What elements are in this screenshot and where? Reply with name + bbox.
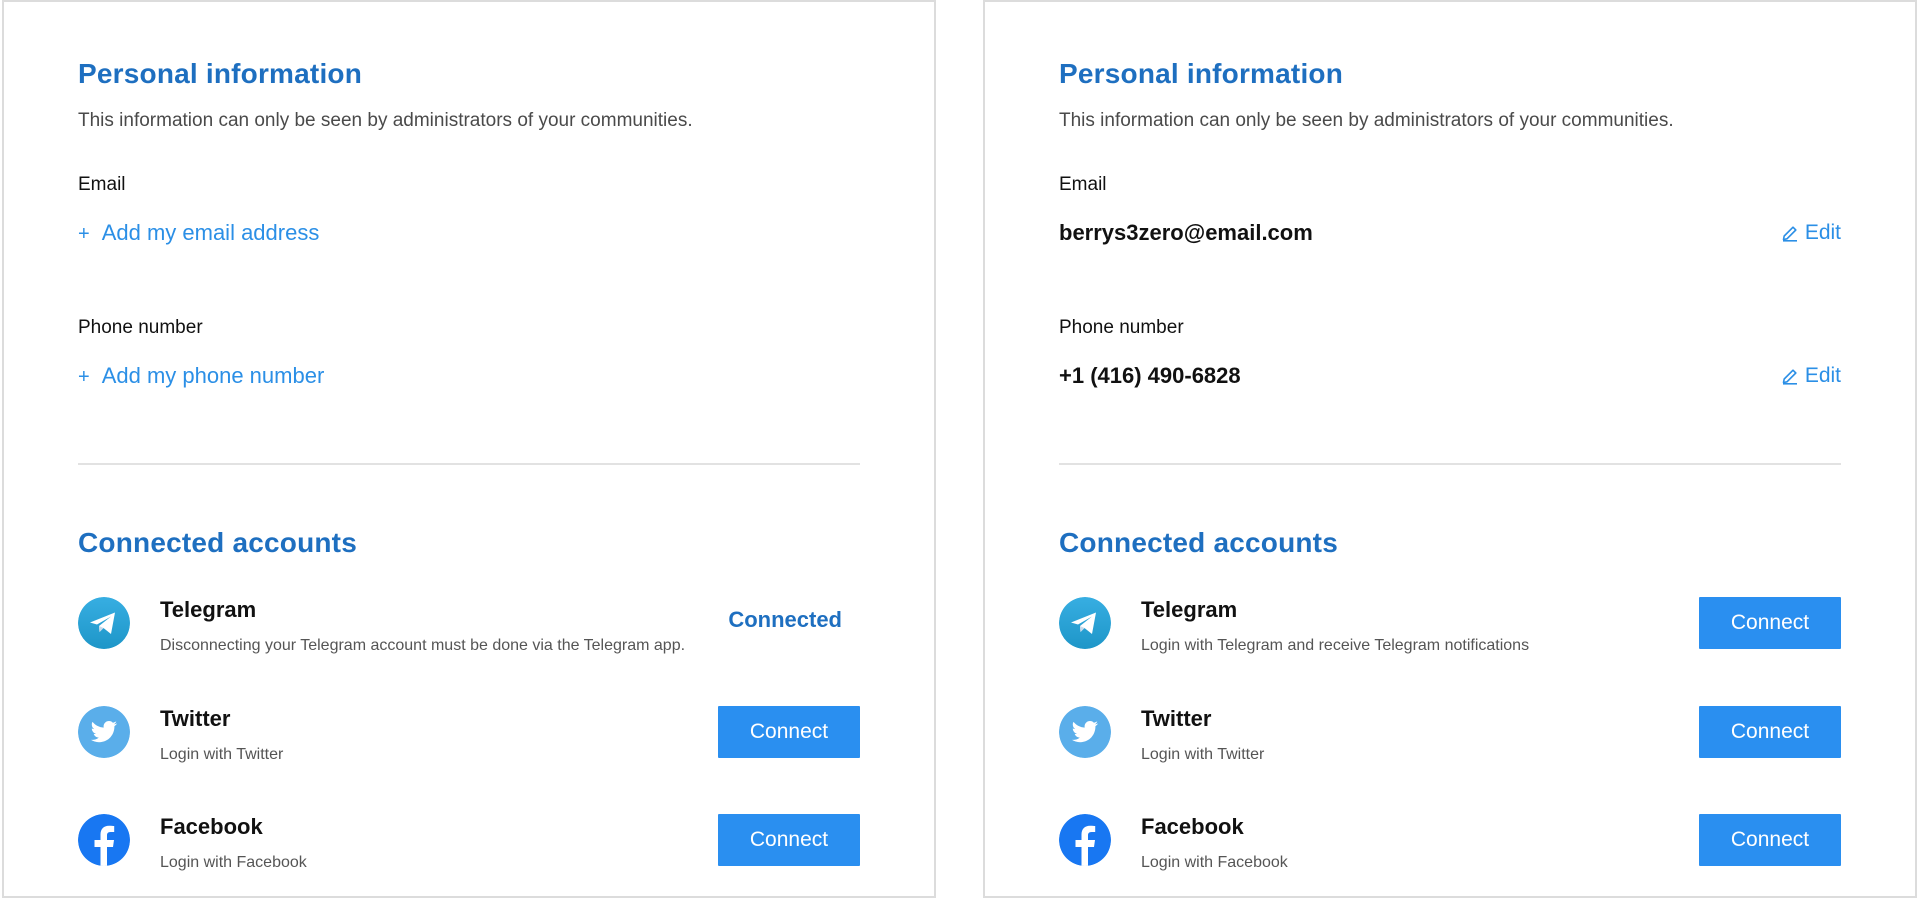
twitter-connect-button[interactable]: Connect (1699, 706, 1841, 758)
personal-info-description: This information can only be seen by adm… (1059, 110, 1674, 131)
connected-accounts-title: Connected accounts (78, 527, 357, 558)
personal-info-description: This information can only be seen by adm… (78, 110, 693, 131)
edit-phone-link[interactable]: Edit (1781, 364, 1841, 388)
account-row-telegram: Telegram Login with Telegram and receive… (1059, 597, 1841, 667)
account-row-twitter: Twitter Login with Twitter Connect (1059, 706, 1841, 776)
twitter-description: Login with Twitter (160, 746, 284, 763)
personal-info-title: Personal information (78, 58, 363, 89)
twitter-name: Twitter (160, 706, 231, 731)
twitter-icon (1059, 706, 1111, 758)
telegram-description: Disconnecting your Telegram account must… (160, 637, 686, 654)
add-email-link[interactable]: + Add my email address (78, 220, 319, 246)
facebook-icon (1059, 814, 1111, 866)
edit-phone-text: Edit (1804, 364, 1841, 387)
telegram-connect-button[interactable]: Connect (1699, 597, 1841, 649)
connected-accounts-title: Connected accounts (1059, 527, 1338, 558)
personal-info-title: Personal information (1059, 58, 1344, 89)
facebook-description: Login with Facebook (1141, 854, 1288, 871)
email-value: berrys3zero@email.com (1059, 220, 1313, 245)
facebook-name: Facebook (1141, 814, 1244, 839)
telegram-icon (78, 597, 130, 649)
email-label: Email (1059, 174, 1107, 195)
telegram-description: Login with Telegram and receive Telegram… (1141, 637, 1530, 654)
edit-email-text: Edit (1804, 221, 1841, 244)
add-email-text: Add my email address (101, 220, 320, 245)
account-row-twitter: Twitter Login with Twitter Connect (78, 706, 860, 776)
telegram-name: Telegram (160, 597, 257, 622)
plus-icon: + (78, 223, 90, 245)
facebook-icon (78, 814, 130, 866)
facebook-name: Facebook (160, 814, 263, 839)
section-divider (1059, 463, 1841, 465)
phone-label: Phone number (1059, 317, 1184, 338)
account-row-facebook: Facebook Login with Facebook Connect (78, 814, 860, 884)
telegram-connected-status: Connected (728, 607, 842, 632)
account-row-facebook: Facebook Login with Facebook Connect (1059, 814, 1841, 884)
profile-panel-empty: Personal information This information ca… (2, 0, 936, 898)
pencil-icon (1782, 369, 1797, 385)
facebook-connect-button[interactable]: Connect (1699, 814, 1841, 866)
email-label: Email (78, 174, 126, 195)
profile-panel-filled: Personal information This information ca… (983, 0, 1917, 898)
facebook-description: Login with Facebook (160, 854, 307, 871)
plus-icon: + (78, 366, 90, 388)
account-row-telegram: Telegram Disconnecting your Telegram acc… (78, 597, 860, 667)
twitter-connect-button[interactable]: Connect (718, 706, 860, 758)
phone-label: Phone number (78, 317, 203, 338)
twitter-description: Login with Twitter (1141, 746, 1265, 763)
pencil-icon (1782, 226, 1797, 242)
twitter-name: Twitter (1141, 706, 1212, 731)
phone-value: +1 (416) 490-6828 (1059, 363, 1241, 388)
facebook-connect-button[interactable]: Connect (718, 814, 860, 866)
edit-email-link[interactable]: Edit (1781, 221, 1841, 245)
telegram-icon (1059, 597, 1111, 649)
add-phone-text: Add my phone number (101, 363, 325, 388)
add-phone-link[interactable]: + Add my phone number (78, 363, 324, 389)
telegram-name: Telegram (1141, 597, 1238, 622)
section-divider (78, 463, 860, 465)
twitter-icon (78, 706, 130, 758)
